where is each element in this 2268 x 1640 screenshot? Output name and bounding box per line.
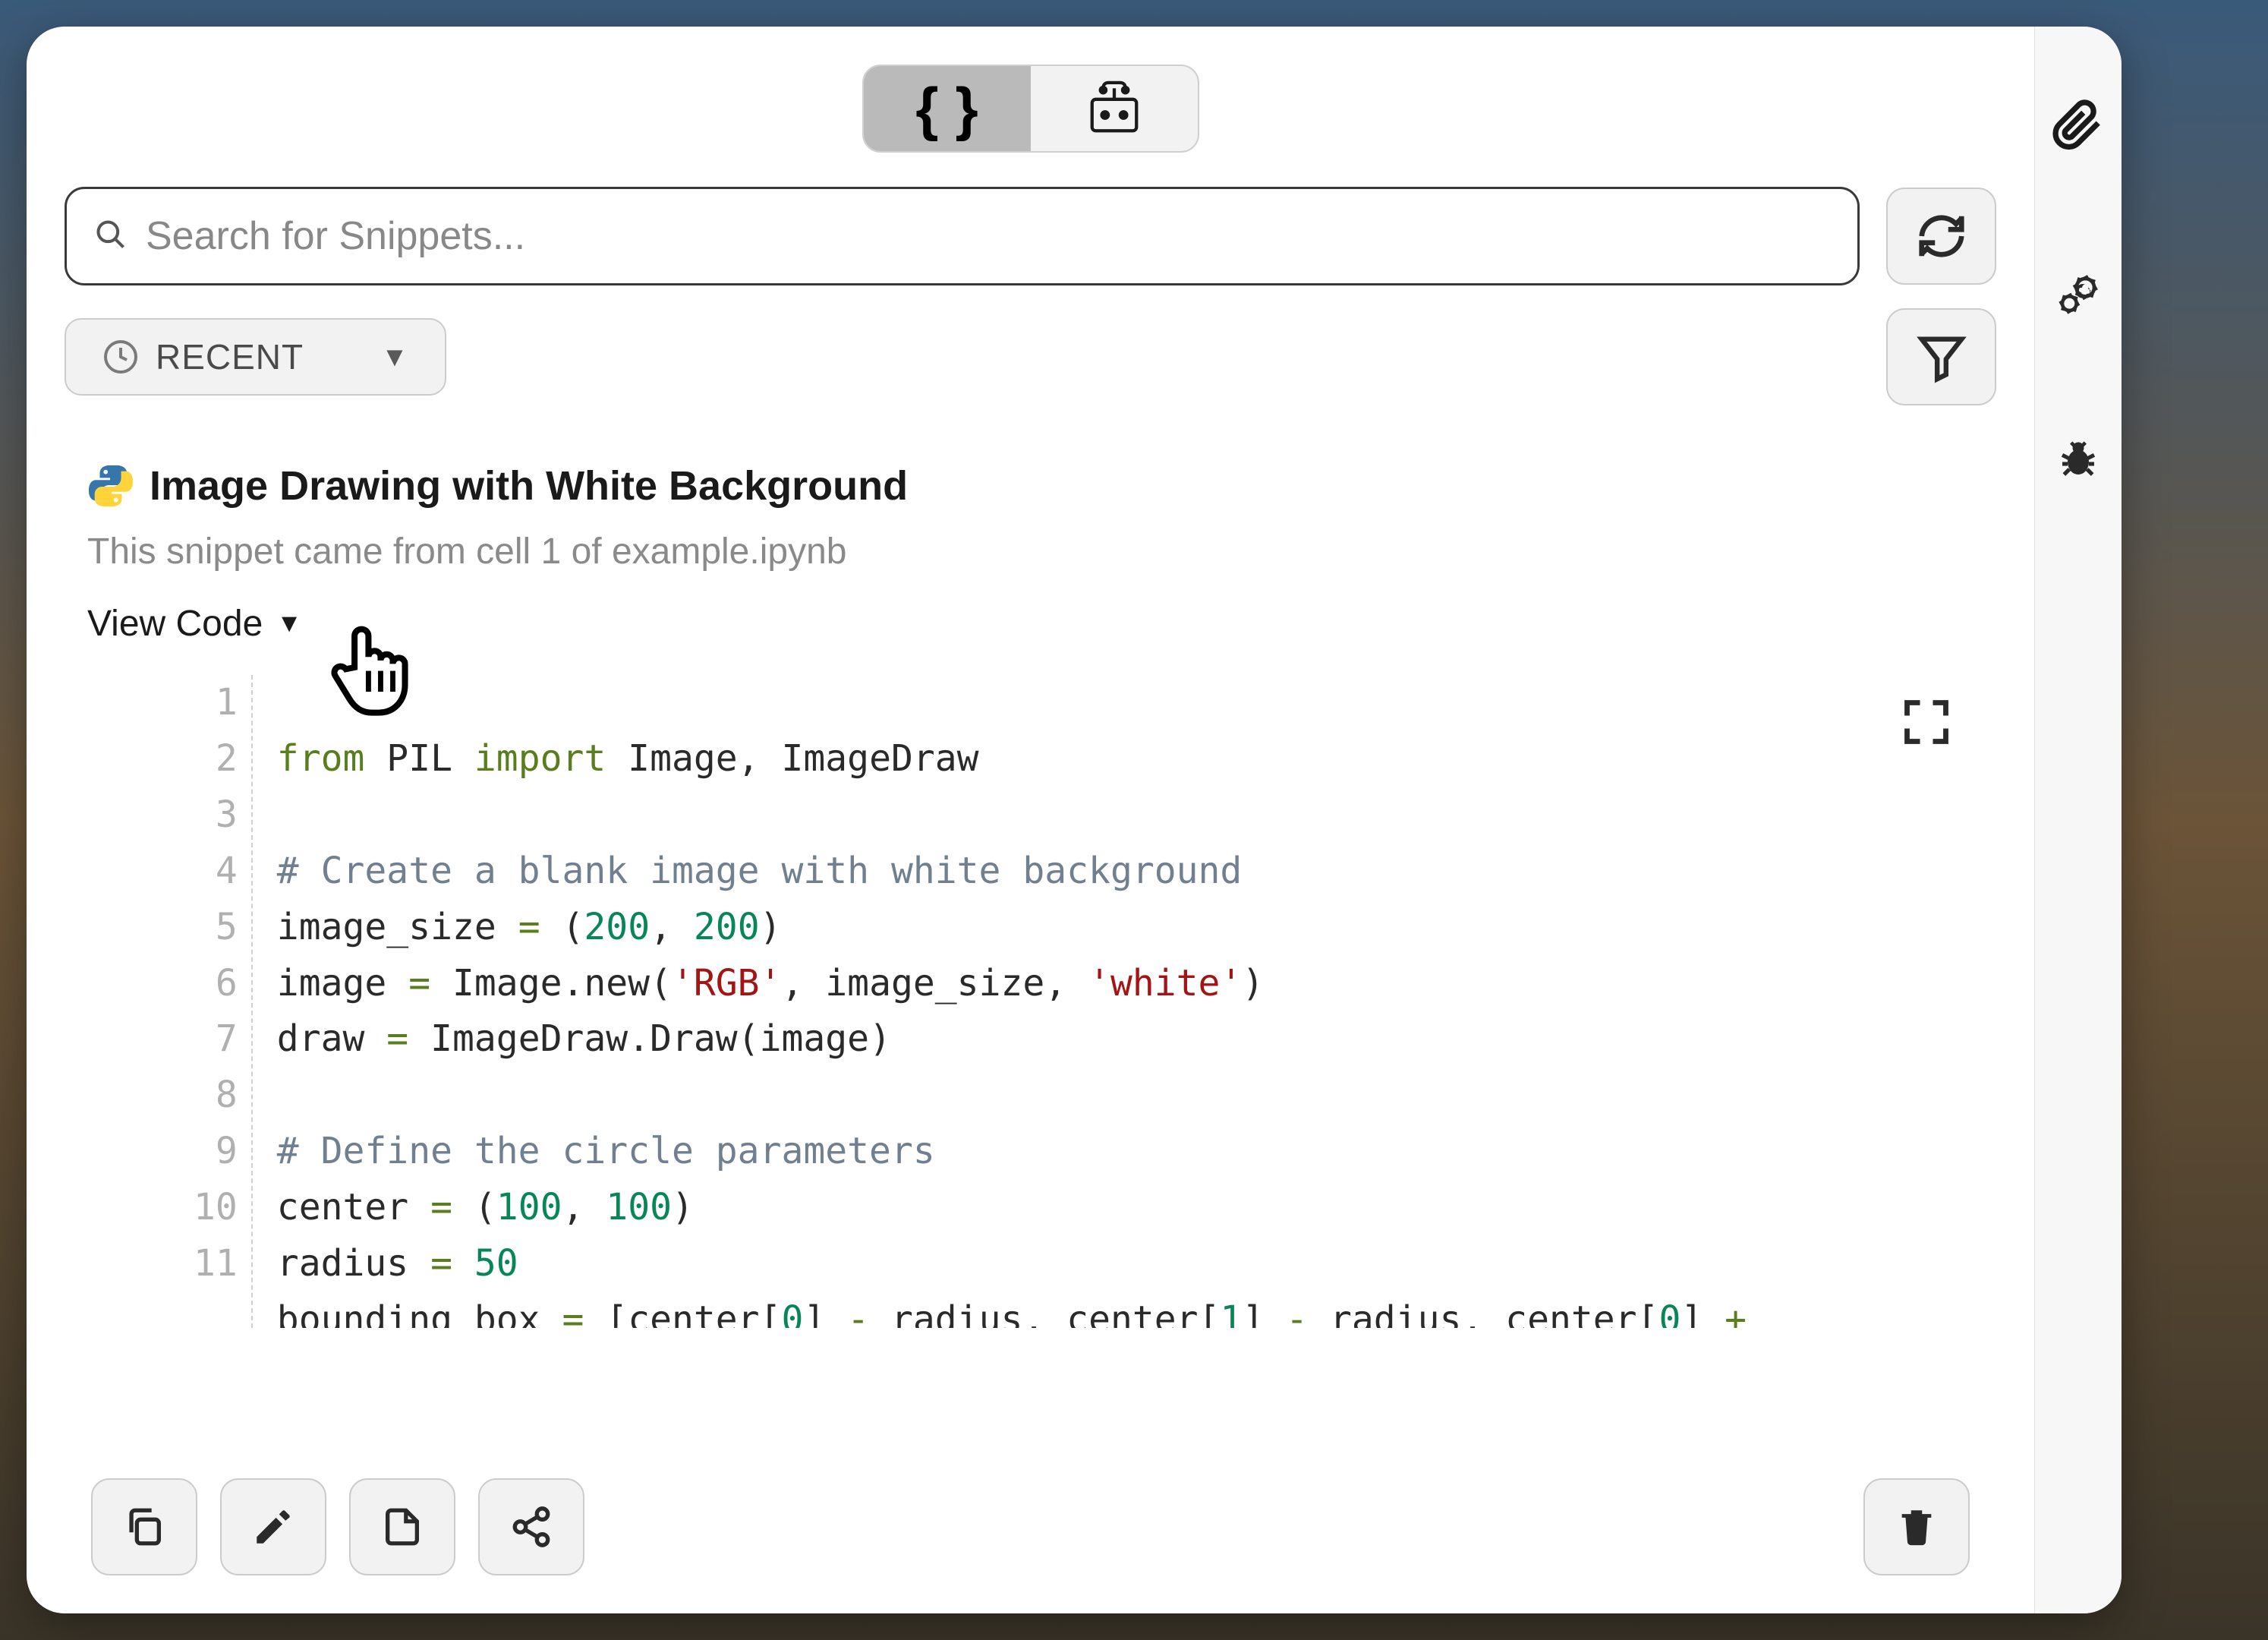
trash-icon — [1895, 1505, 1939, 1549]
share-button[interactable] — [478, 1478, 584, 1575]
refresh-button[interactable] — [1886, 188, 1996, 285]
search-input[interactable] — [146, 213, 1830, 259]
right-sidebar — [2034, 27, 2122, 1613]
pencil-icon — [251, 1505, 295, 1549]
main-window: { } — [27, 27, 2122, 1613]
filter-row: RECENT ▼ — [65, 308, 1996, 405]
triangle-down-icon: ▼ — [276, 609, 302, 639]
recent-label: RECENT — [156, 336, 304, 377]
copy-button[interactable] — [91, 1478, 197, 1575]
delete-button[interactable] — [1863, 1478, 1970, 1575]
bug-icon[interactable] — [2057, 437, 2099, 480]
search-row — [65, 187, 1996, 285]
line-numbers: 1234567891011 — [87, 675, 253, 1328]
share-icon — [509, 1505, 553, 1549]
attachment-icon[interactable] — [2052, 99, 2105, 152]
code-content[interactable]: from PIL import Image, ImageDraw # Creat… — [253, 675, 1747, 1328]
copilot-box-icon — [1085, 79, 1144, 138]
recent-dropdown[interactable]: RECENT ▼ — [65, 318, 446, 396]
file-button[interactable] — [349, 1478, 455, 1575]
clock-icon — [102, 339, 139, 375]
chevron-down-icon: ▼ — [381, 341, 408, 373]
snippet-header: Image Drawing with White Background — [87, 462, 1973, 509]
tab-group: { } — [862, 65, 1199, 153]
tab-copilot[interactable] — [1031, 66, 1198, 151]
funnel-icon — [1915, 330, 1968, 383]
copy-icon — [122, 1505, 166, 1549]
top-tabs: { } — [65, 65, 1996, 153]
expand-icon[interactable] — [1901, 696, 1952, 748]
filter-button[interactable] — [1886, 308, 1996, 405]
content-area: { } — [27, 27, 2034, 1613]
code-block: 1234567891011 from PIL import Image, Ima… — [87, 675, 1973, 1328]
file-icon — [380, 1505, 424, 1549]
view-code-label: View Code — [87, 603, 263, 645]
bottom-toolbar — [91, 1478, 1970, 1575]
view-code-toggle[interactable]: View Code ▼ — [87, 603, 1973, 645]
pointer-cursor-icon — [330, 618, 414, 717]
snippet-description: This snippet came from cell 1 of example… — [87, 531, 1973, 572]
snippet-card: Image Drawing with White Background This… — [65, 462, 1996, 1328]
toolbar-left — [91, 1478, 584, 1575]
snippet-title: Image Drawing with White Background — [150, 462, 908, 509]
refresh-icon — [1915, 210, 1968, 263]
braces-icon: { } — [915, 74, 978, 144]
search-box[interactable] — [65, 187, 1860, 285]
tab-code-snippets[interactable]: { } — [864, 66, 1031, 151]
python-icon — [87, 462, 134, 509]
search-icon — [94, 218, 128, 255]
edit-button[interactable] — [220, 1478, 326, 1575]
settings-icon[interactable] — [2057, 273, 2099, 316]
